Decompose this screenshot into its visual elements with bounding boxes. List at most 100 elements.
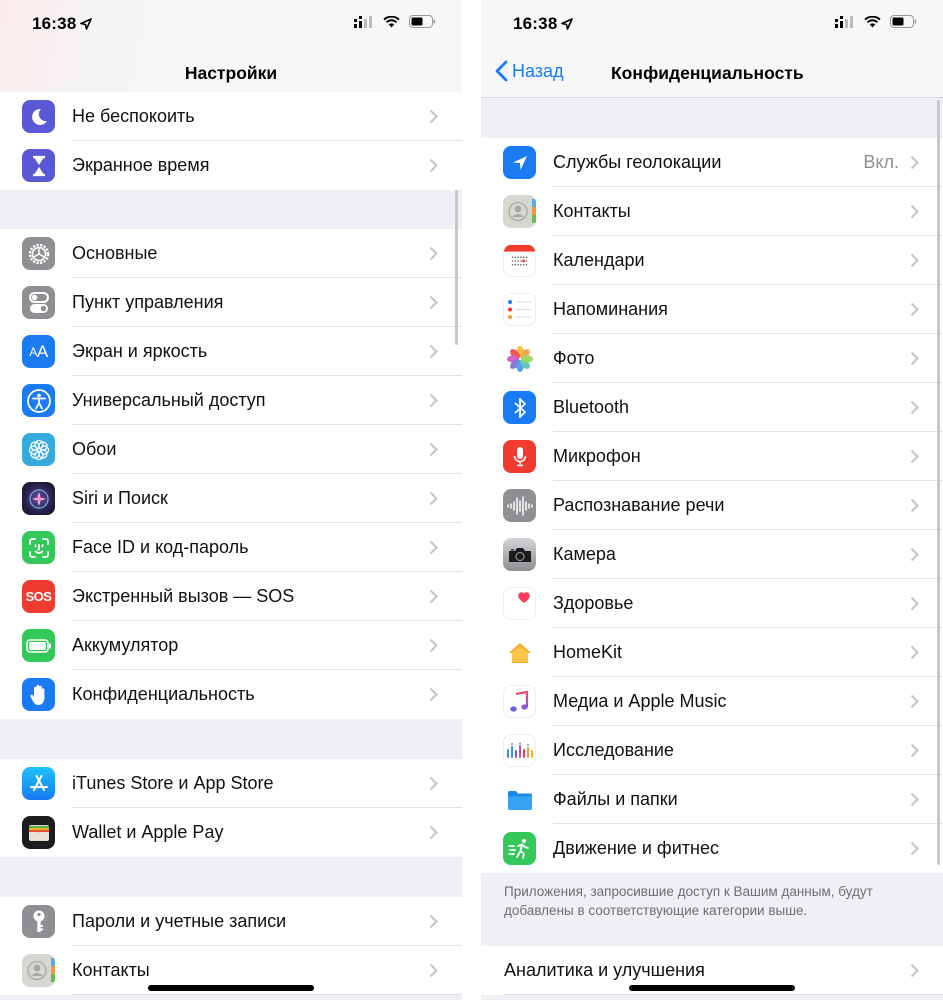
privacy-item-contacts[interactable]: Контакты (481, 187, 943, 236)
running-icon (503, 832, 536, 865)
camera-icon (503, 538, 536, 571)
privacy-item-label: Распознавание речи (553, 495, 725, 515)
settings-item-label: Не беспокоить (72, 106, 195, 126)
time-label: 16:38 (32, 14, 77, 33)
home-indicator[interactable] (629, 985, 795, 991)
gear-icon (22, 237, 55, 270)
settings-item-label: Универсальный доступ (72, 390, 266, 410)
chevron-right-icon (429, 158, 438, 173)
chevron-right-icon (429, 825, 438, 840)
row-separator (504, 994, 943, 995)
settings-item-screen-time[interactable]: Экранное время (0, 141, 462, 190)
home-icon (503, 636, 536, 669)
settings-item-siri-search[interactable]: Siri и Поиск (0, 474, 462, 523)
settings-item-label: Обои (72, 439, 117, 459)
privacy-item-speech-recognition[interactable]: Распознавание речи (481, 481, 943, 530)
moon-icon (22, 100, 55, 133)
settings-item-emergency-sos[interactable]: SOS Экстренный вызов — SOS (0, 572, 462, 621)
chevron-right-icon (429, 393, 438, 408)
photos-icon (503, 342, 536, 375)
folder-icon (503, 783, 536, 816)
chevron-right-icon (910, 498, 919, 513)
location-services-icon (561, 18, 574, 30)
face-id-icon (22, 531, 55, 564)
settings-item-itunes-app-store[interactable]: iTunes Store и App Store (0, 759, 462, 808)
settings-item-general[interactable]: Основные (0, 229, 462, 278)
privacy-item-label: HomeKit (553, 642, 623, 662)
privacy-item-label: Напоминания (553, 299, 668, 319)
settings-item-label: iTunes Store и App Store (72, 773, 274, 793)
wifi-icon (383, 15, 400, 27)
privacy-item-photos[interactable]: Фото (481, 334, 943, 383)
chevron-right-icon (910, 302, 919, 317)
chevron-right-icon (429, 246, 438, 261)
privacy-item-health[interactable]: Здоровье (481, 579, 943, 628)
privacy-item-calendars[interactable]: Календари (481, 236, 943, 285)
privacy-item-media-apple-music[interactable]: Медиа и Apple Music (481, 677, 943, 726)
chevron-right-icon (910, 449, 919, 464)
settings-item-display-brightness[interactable]: AA Экран и яркость (0, 327, 462, 376)
cellular-signal-icon (835, 15, 853, 28)
sos-icon: SOS (22, 580, 55, 613)
privacy-item-research[interactable]: Исследование (481, 726, 943, 775)
privacy-item-homekit[interactable]: HomeKit (481, 628, 943, 677)
settings-item-accessibility[interactable]: Универсальный доступ (0, 376, 462, 425)
chevron-right-icon (429, 491, 438, 506)
privacy-item-label: Движение и фитнес (553, 838, 719, 858)
privacy-item-reminders[interactable]: Напоминания (481, 285, 943, 334)
settings-item-privacy[interactable]: Конфиденциальность (0, 670, 462, 719)
hourglass-icon (22, 149, 55, 182)
chevron-right-icon (910, 963, 919, 978)
app-store-icon (22, 767, 55, 800)
privacy-item-camera[interactable]: Камера (481, 530, 943, 579)
time-label: 16:38 (513, 14, 558, 33)
privacy-screen: 16:38 Назад Конфиденциальность Службы ге… (481, 0, 943, 1000)
privacy-item-motion-fitness[interactable]: Движение и фитнес (481, 824, 943, 873)
privacy-item-microphone[interactable]: Микрофон (481, 432, 943, 481)
back-button[interactable]: Назад (495, 60, 564, 82)
settings-item-label: Экстренный вызов — SOS (72, 586, 295, 606)
privacy-item-bluetooth[interactable]: Bluetooth (481, 383, 943, 432)
home-indicator[interactable] (148, 985, 314, 991)
waveform-icon (503, 489, 536, 522)
privacy-item-label: Исследование (553, 740, 674, 760)
settings-item-face-id[interactable]: Face ID и код-пароль (0, 523, 462, 572)
status-time: 16:38 (513, 14, 574, 34)
battery-icon (22, 629, 55, 662)
text-size-icon: AA (22, 335, 55, 368)
status-time: 16:38 (32, 14, 93, 34)
chevron-right-icon (910, 694, 919, 709)
privacy-item-label: Bluetooth (553, 397, 630, 417)
settings-item-label: Face ID и код-пароль (72, 537, 249, 557)
privacy-item-location-services[interactable]: Службы геолокации Вкл. (481, 138, 943, 187)
settings-item-control-center[interactable]: Пункт управления (0, 278, 462, 327)
navigation-bar: 16:38 Настройки (0, 0, 462, 98)
settings-item-battery[interactable]: Аккумулятор (0, 621, 462, 670)
settings-item-passwords-accounts[interactable]: Пароли и учетные записи (0, 897, 462, 946)
privacy-item-label: Календари (553, 250, 645, 270)
chevron-right-icon (429, 687, 438, 702)
chevron-right-icon (910, 645, 919, 660)
settings-item-label: Основные (72, 243, 158, 263)
contacts-icon (503, 195, 536, 228)
privacy-item-files-folders[interactable]: Файлы и папки (481, 775, 943, 824)
siri-icon (22, 482, 55, 515)
scrollbar[interactable] (455, 190, 458, 345)
settings-item-wallet-apple-pay[interactable]: Wallet и Apple Pay (0, 808, 462, 857)
scrollbar[interactable] (937, 100, 940, 865)
wallet-icon (22, 816, 55, 849)
battery-status-icon (890, 15, 917, 28)
settings-item-wallpaper[interactable]: Обои (0, 425, 462, 474)
privacy-item-label: Камера (553, 544, 616, 564)
settings-item-do-not-disturb[interactable]: Не беспокоить (0, 92, 462, 141)
microphone-icon (503, 440, 536, 473)
chevron-right-icon (429, 540, 438, 555)
chevron-right-icon (429, 295, 438, 310)
chevron-right-icon (429, 776, 438, 791)
settings-item-label: Siri и Поиск (72, 488, 168, 508)
settings-item-label: Пункт управления (72, 292, 224, 312)
settings-item-label: Пароли и учетные записи (72, 911, 287, 931)
research-icon (503, 734, 536, 767)
hand-icon (22, 678, 55, 711)
toggles-icon (22, 286, 55, 319)
